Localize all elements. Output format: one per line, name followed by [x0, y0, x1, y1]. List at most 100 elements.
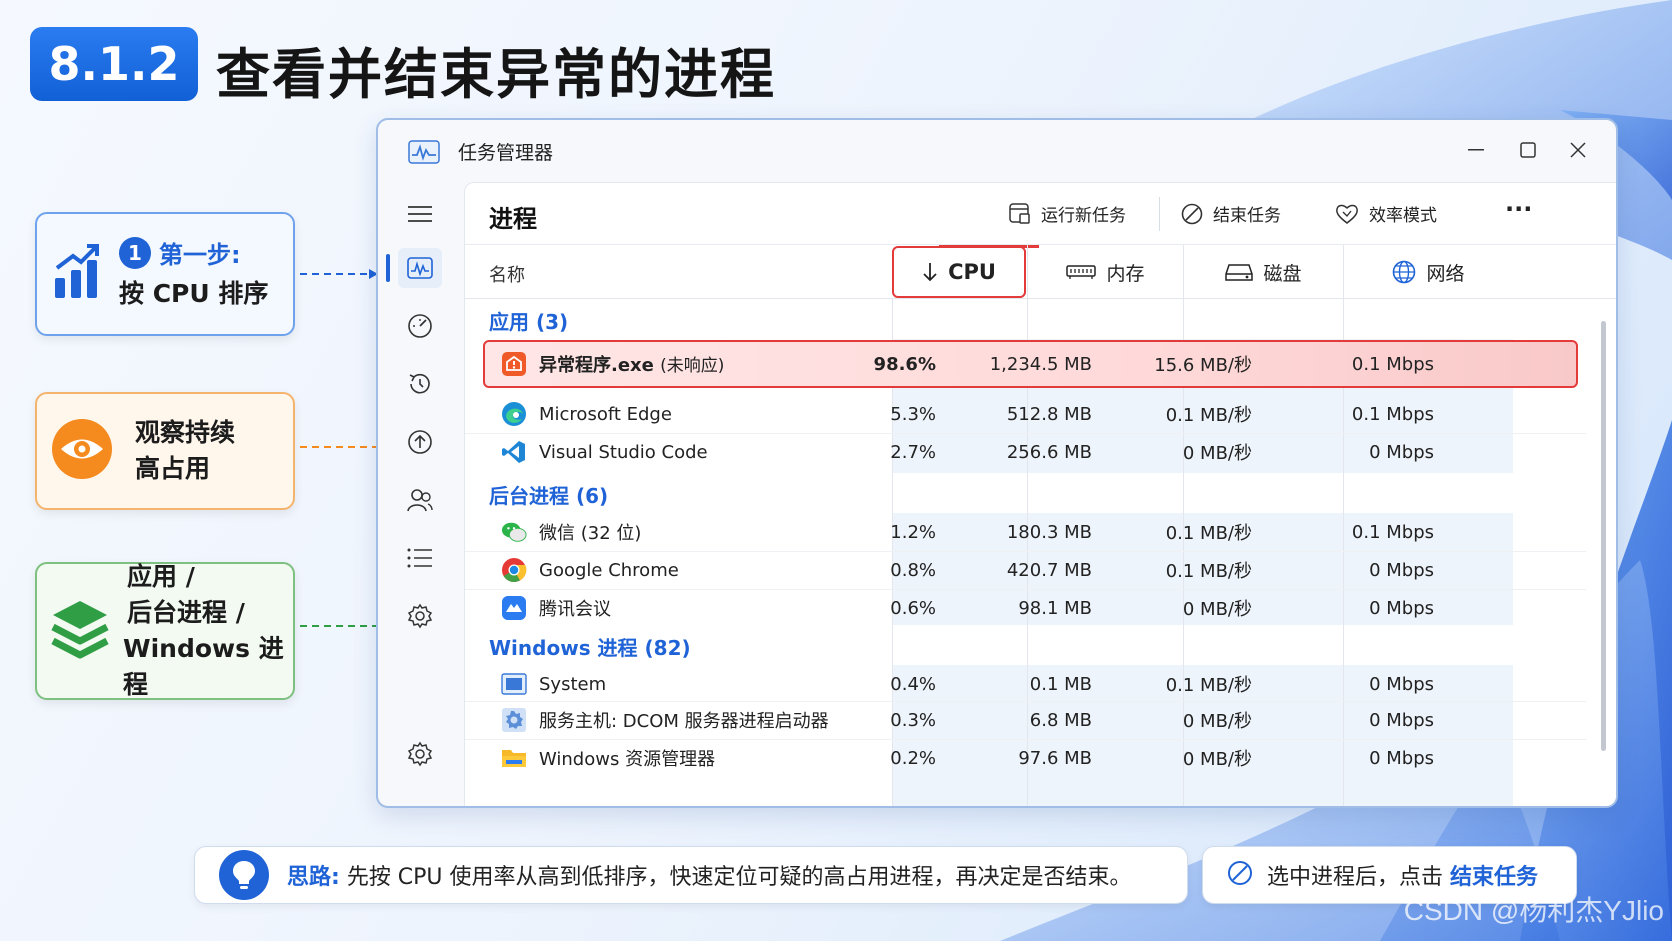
- tip-text: 先按 CPU 使用率从高到低排序，快速定位可疑的高占用进程，再决定是否结束。: [346, 865, 1132, 890]
- vscode-icon: [501, 439, 527, 465]
- bar-chart-icon: [53, 244, 103, 304]
- group-windows-header[interactable]: Windows 进程 (82): [489, 632, 691, 661]
- prohibit-icon: [1227, 860, 1253, 890]
- cpu-value: 1.2%: [890, 521, 936, 543]
- groups-line2: 后台进程 /: [127, 597, 245, 627]
- processes-panel: 进程 运行新任务 结束任务 效率模式 ··· 名称 CPU 内存 磁盘 网络 应…: [464, 182, 1616, 806]
- network-value: 0 Mbps: [1369, 597, 1434, 619]
- memory-value: 256.6 MB: [1006, 441, 1092, 463]
- cpu-header-label: CPU: [948, 260, 996, 284]
- more-options-button[interactable]: ···: [1505, 195, 1532, 223]
- step-number: 1: [119, 236, 151, 269]
- table-row[interactable]: Windows 资源管理器 0.2% 97.6 MB 0 MB/秒 0 Mbps: [465, 739, 1586, 777]
- vertical-scrollbar[interactable]: [1601, 321, 1606, 751]
- observe-line2: 高占用: [135, 454, 211, 483]
- network-value: 0.1 Mbps: [1351, 403, 1434, 425]
- memory-value: 97.6 MB: [1018, 747, 1092, 769]
- cpu-value: 0.2%: [890, 747, 936, 769]
- hint-emphasis: 结束任务: [1450, 865, 1539, 890]
- hint-text: 选中进程后，点击: [1267, 865, 1450, 890]
- network-value: 0 Mbps: [1369, 441, 1434, 463]
- memory-value: 98.1 MB: [1018, 597, 1092, 619]
- cpu-value: 0.4%: [890, 673, 936, 695]
- page-title: 查看并结束异常的进程: [216, 43, 776, 106]
- disk-value: 0.1 MB/秒: [1165, 675, 1252, 696]
- step1-text: 按 CPU 排序: [119, 279, 269, 309]
- disk-header-label: 磁盘: [1263, 262, 1302, 285]
- run-task-icon: [1009, 202, 1030, 224]
- group-background-header[interactable]: 后台进程 (6): [489, 480, 608, 509]
- table-row[interactable]: 腾讯会议 0.6% 98.1 MB 0 MB/秒 0 Mbps: [465, 589, 1586, 627]
- process-name: System: [539, 673, 607, 695]
- startup-apps-nav-icon[interactable]: [398, 422, 442, 462]
- processes-heading: 进程: [489, 205, 537, 233]
- process-table-body: 应用 (3) 异常程序.exe (未响应) 98.6% 1,234.5 MB 1…: [465, 299, 1616, 806]
- column-network-header[interactable]: 网络: [1343, 245, 1513, 299]
- table-row[interactable]: Visual Studio Code 2.7% 256.6 MB 0 MB/秒 …: [465, 433, 1586, 471]
- memory-header-label: 内存: [1106, 262, 1145, 285]
- disk-value: 0 MB/秒: [1182, 711, 1252, 732]
- process-name: 微信 (32 位): [539, 523, 642, 544]
- network-value: 0 Mbps: [1369, 559, 1434, 581]
- task-manager-window: 任务管理器 进程 运行新任务 结束任务 效率模式 ··· 名称 CPU 内存 磁…: [376, 118, 1618, 808]
- memory-value: 1,234.5 MB: [989, 353, 1092, 375]
- globe-icon: [1393, 260, 1416, 284]
- tip-label: 思路:: [287, 865, 340, 890]
- end-task-button[interactable]: 结束任务: [1181, 201, 1281, 226]
- performance-nav-icon[interactable]: [398, 306, 442, 346]
- process-name: Visual Studio Code: [539, 441, 708, 463]
- cpu-value: 0.6%: [890, 597, 936, 619]
- title-bar: 任务管理器: [378, 120, 1616, 182]
- observe-line1: 观察持续: [135, 417, 236, 447]
- efficiency-mode-button[interactable]: 效率模式: [1335, 201, 1437, 226]
- abnormal-process-name: 异常程序.exe: [539, 355, 654, 376]
- services-nav-icon[interactable]: [398, 596, 442, 636]
- column-name-header[interactable]: 名称: [489, 261, 525, 287]
- eye-icon: [51, 418, 113, 484]
- network-value: 0.1 Mbps: [1351, 521, 1434, 543]
- column-disk-header[interactable]: 磁盘: [1183, 245, 1343, 299]
- layers-icon: [49, 597, 111, 665]
- table-row[interactable]: Microsoft Edge 5.3% 512.8 MB 0.1 MB/秒 0.…: [465, 395, 1586, 433]
- not-responding-status: (未响应): [660, 356, 725, 376]
- groups-line1: 应用 /: [127, 561, 195, 591]
- observe-card: 观察持续 高占用: [35, 392, 295, 510]
- minimize-button[interactable]: [1446, 132, 1506, 168]
- table-row[interactable]: System 0.4% 0.1 MB 0.1 MB/秒 0 Mbps: [465, 665, 1586, 703]
- step1-card: 1 第一步: 按 CPU 排序: [35, 212, 295, 336]
- network-header-label: 网络: [1426, 262, 1465, 285]
- close-button[interactable]: [1548, 132, 1608, 168]
- table-row[interactable]: Google Chrome 0.8% 420.7 MB 0.1 MB/秒 0 M…: [465, 551, 1586, 589]
- run-new-task-label: 运行新任务: [1041, 206, 1126, 226]
- column-memory-header[interactable]: 内存: [1027, 245, 1183, 299]
- disk-value: 0 MB/秒: [1182, 443, 1252, 464]
- table-row[interactable]: 服务主机: DCOM 服务器进程启动器 0.3% 6.8 MB 0 MB/秒 0…: [465, 701, 1586, 739]
- app-history-nav-icon[interactable]: [398, 364, 442, 404]
- system-icon: [501, 671, 527, 697]
- users-nav-icon[interactable]: [398, 480, 442, 520]
- abnormal-app-icon: [501, 351, 527, 377]
- memory-value: 180.3 MB: [1006, 521, 1092, 543]
- section-number-badge: 8.1.2: [30, 27, 198, 101]
- table-row-abnormal[interactable]: 异常程序.exe (未响应) 98.6% 1,234.5 MB 15.6 MB/…: [465, 345, 1586, 383]
- tip-panel: 思路: 先按 CPU 使用率从高到低排序，快速定位可疑的高占用进程，再决定是否结…: [194, 846, 1188, 904]
- disk-value: 0.1 MB/秒: [1165, 561, 1252, 582]
- groups-card: 应用 / 后台进程 / Windows 进程: [35, 562, 295, 700]
- column-cpu-header[interactable]: CPU: [892, 246, 1026, 298]
- group-apps-header[interactable]: 应用 (3): [489, 306, 568, 335]
- efficiency-mode-label: 效率模式: [1369, 206, 1437, 226]
- run-new-task-button[interactable]: 运行新任务: [1009, 201, 1126, 226]
- process-name: Google Chrome: [539, 559, 679, 581]
- processes-nav-icon[interactable]: [398, 248, 442, 288]
- service-host-icon: [501, 707, 527, 733]
- table-row[interactable]: 微信 (32 位) 1.2% 180.3 MB 0.1 MB/秒 0.1 Mbp…: [465, 513, 1586, 551]
- column-header-row: 名称 CPU 内存 磁盘 网络: [465, 245, 1616, 299]
- network-value: 0 Mbps: [1369, 709, 1434, 731]
- disk-value: 0.1 MB/秒: [1165, 405, 1252, 426]
- settings-gear-icon[interactable]: [398, 734, 442, 774]
- details-nav-icon[interactable]: [398, 538, 442, 578]
- hamburger-menu-icon[interactable]: [398, 194, 442, 234]
- app-title: 任务管理器: [458, 142, 554, 164]
- memory-value: 512.8 MB: [1006, 403, 1092, 425]
- step-label: 第一步:: [159, 241, 241, 270]
